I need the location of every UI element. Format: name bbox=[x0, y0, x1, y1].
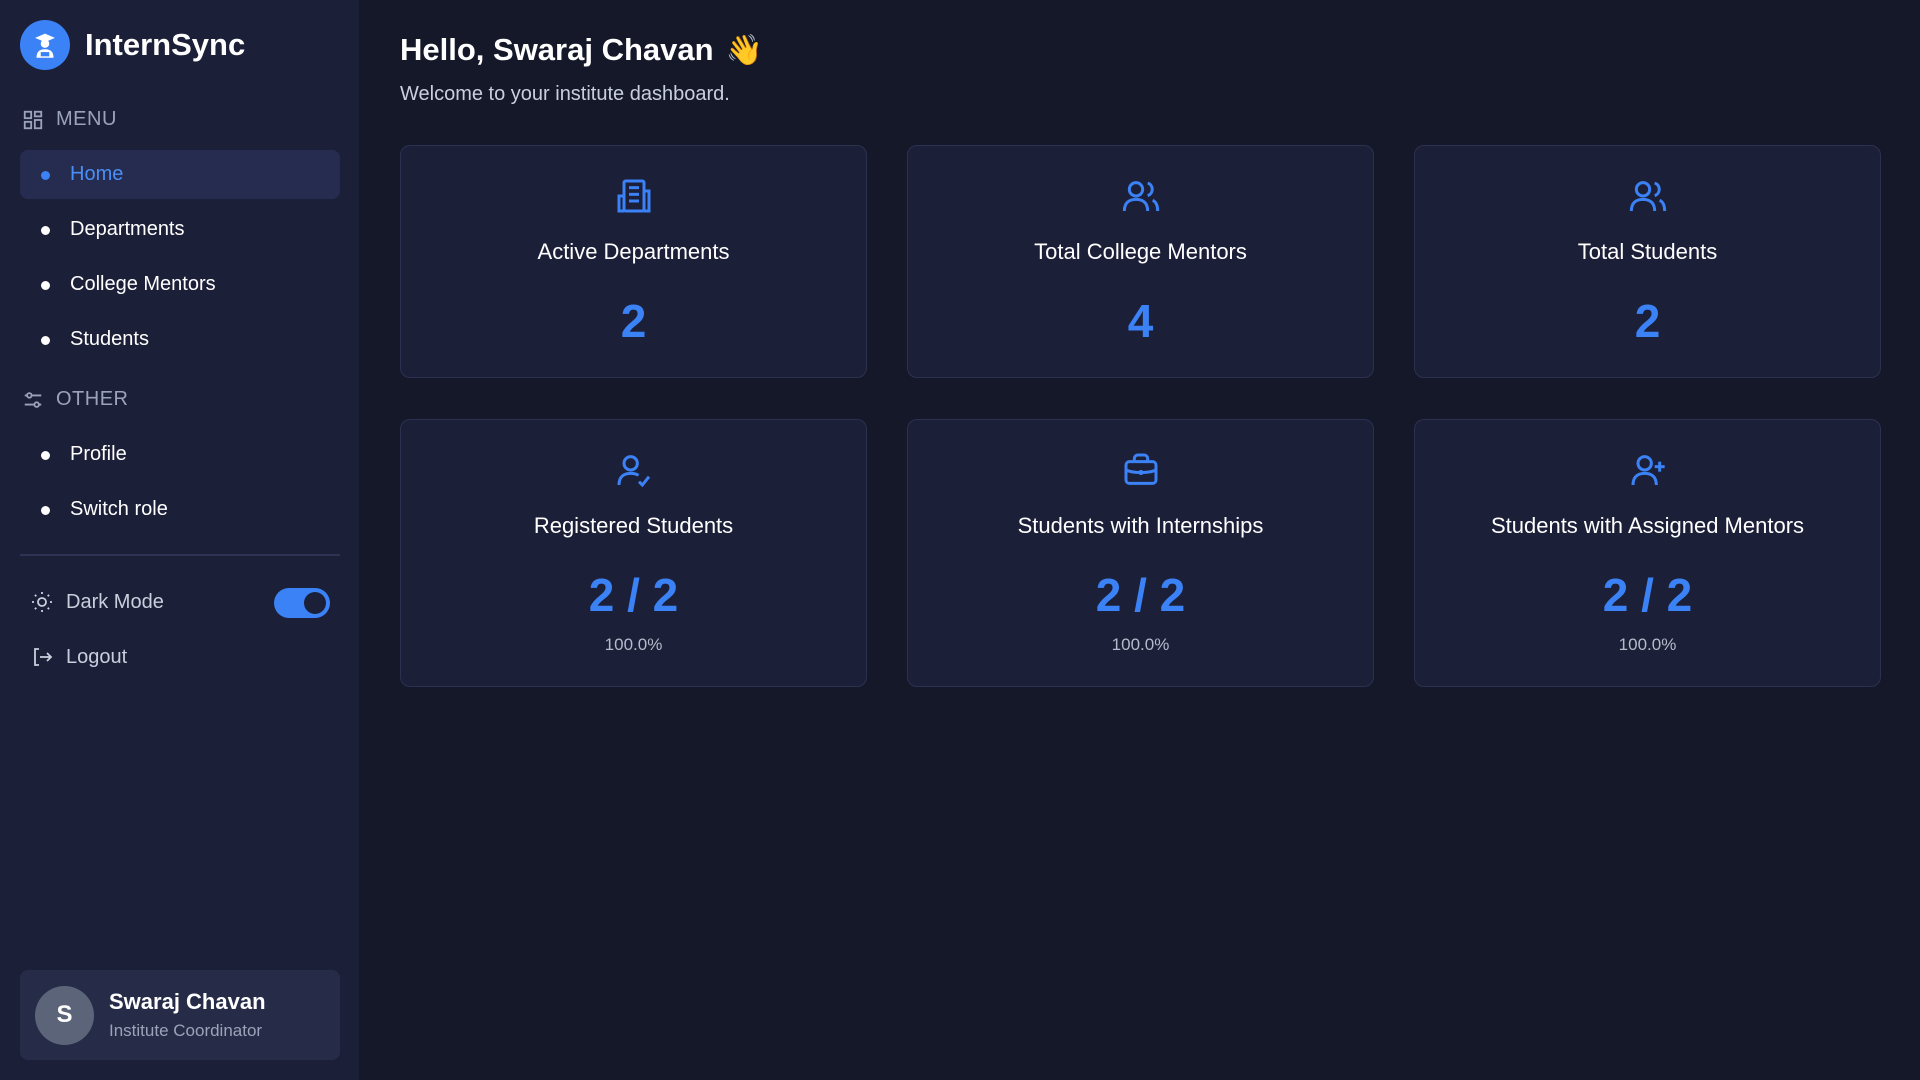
other-section-label: OTHER bbox=[22, 388, 129, 411]
app-root: InternSync MENU Home Departments College… bbox=[0, 0, 1920, 1080]
main-content: Hello, Swaraj Chavan 👋 Welcome to your i… bbox=[359, 0, 1920, 1080]
sidebar-item-students[interactable]: Students bbox=[20, 315, 340, 364]
sidebar-item-label: Profile bbox=[70, 443, 127, 465]
bullet-icon bbox=[41, 226, 50, 235]
users-icon bbox=[1122, 181, 1159, 212]
dark-mode-toggle[interactable] bbox=[274, 588, 330, 618]
menu-section-label: MENU bbox=[22, 108, 117, 131]
card-title: Registered Students bbox=[533, 513, 734, 538]
user-info: Swaraj Chavan Institute Coordinator bbox=[109, 989, 266, 1041]
sidebar-item-label: Switch role bbox=[70, 498, 168, 520]
wave-icon: 👋 bbox=[725, 33, 763, 67]
user-plus-icon bbox=[1631, 455, 1665, 486]
card-title: Students with Assigned Mentors bbox=[1490, 513, 1805, 538]
greeting-text: Hello, Swaraj Chavan bbox=[400, 32, 714, 67]
card-value: 2 bbox=[1634, 295, 1661, 347]
page-title: Hello, Swaraj Chavan 👋 bbox=[400, 32, 763, 68]
sun-icon bbox=[32, 592, 52, 612]
other-label: OTHER bbox=[56, 388, 129, 410]
logout-icon bbox=[34, 648, 53, 666]
sliders-icon bbox=[24, 391, 42, 408]
toggle-knob bbox=[304, 592, 326, 614]
stat-card-students-with-internships: Students with Internships 2 / 2 100.0% bbox=[907, 419, 1374, 687]
grid-icon bbox=[23, 110, 43, 129]
card-value: 2 / 2 bbox=[1095, 569, 1186, 621]
user-role: Institute Coordinator bbox=[109, 1021, 263, 1040]
stat-card-registered-students: Registered Students 2 / 2 100.0% bbox=[400, 419, 867, 687]
sidebar-divider bbox=[20, 554, 340, 556]
card-value: 4 bbox=[1127, 295, 1154, 347]
logout-button[interactable]: Logout bbox=[30, 645, 127, 669]
stat-card-total-college-mentors: Total College Mentors 4 bbox=[907, 145, 1374, 378]
sidebar-item-home[interactable]: Home bbox=[20, 150, 340, 199]
page-subtitle: Welcome to your institute dashboard. bbox=[400, 83, 730, 105]
stat-card-students-with-assigned-mentors: Students with Assigned Mentors 2 / 2 100… bbox=[1414, 419, 1881, 687]
dark-mode-row: Dark Mode bbox=[30, 590, 164, 614]
sidebar-item-label: Departments bbox=[70, 218, 185, 240]
brand[interactable]: InternSync bbox=[20, 20, 245, 70]
card-percent: 100.0% bbox=[1618, 635, 1677, 654]
sidebar-item-departments[interactable]: Departments bbox=[20, 205, 340, 254]
sidebar-item-label: College Mentors bbox=[70, 273, 216, 295]
card-value: 2 / 2 bbox=[588, 569, 679, 621]
graduate-icon bbox=[20, 20, 70, 70]
sidebar-item-profile[interactable]: Profile bbox=[20, 430, 340, 479]
stat-card-active-departments: Active Departments 2 bbox=[400, 145, 867, 378]
menu-label: MENU bbox=[56, 108, 117, 130]
sidebar-item-label: Students bbox=[70, 328, 149, 350]
sidebar-item-switch-role[interactable]: Switch role bbox=[20, 485, 340, 534]
card-value: 2 / 2 bbox=[1602, 569, 1693, 621]
user-check-icon bbox=[617, 455, 650, 488]
bullet-icon bbox=[41, 451, 50, 460]
building-icon bbox=[617, 179, 650, 213]
avatar: S bbox=[35, 985, 94, 1045]
user-card[interactable]: S Swaraj Chavan Institute Coordinator bbox=[20, 970, 340, 1060]
sidebar-item-label: Home bbox=[70, 163, 124, 185]
card-title: Students with Internships bbox=[1017, 513, 1264, 538]
sidebar: InternSync MENU Home Departments College… bbox=[0, 0, 359, 1080]
card-value: 2 bbox=[620, 295, 647, 347]
card-title: Total Students bbox=[1577, 239, 1718, 264]
sidebar-item-college-mentors[interactable]: College Mentors bbox=[20, 260, 340, 309]
users-icon bbox=[1629, 181, 1666, 212]
bullet-icon bbox=[41, 336, 50, 345]
bullet-icon bbox=[41, 506, 50, 515]
stat-card-total-students: Total Students 2 bbox=[1414, 145, 1881, 378]
logout-label: Logout bbox=[66, 645, 128, 668]
card-percent: 100.0% bbox=[1111, 635, 1170, 654]
card-title: Total College Mentors bbox=[1034, 239, 1247, 264]
bullet-icon bbox=[41, 171, 50, 180]
briefcase-icon bbox=[1124, 453, 1157, 485]
user-name: Swaraj Chavan bbox=[109, 989, 266, 1014]
card-title: Active Departments bbox=[537, 239, 730, 264]
bullet-icon bbox=[41, 281, 50, 290]
dark-mode-label: Dark Mode bbox=[66, 590, 164, 613]
card-percent: 100.0% bbox=[604, 635, 663, 654]
brand-name: InternSync bbox=[85, 27, 246, 62]
